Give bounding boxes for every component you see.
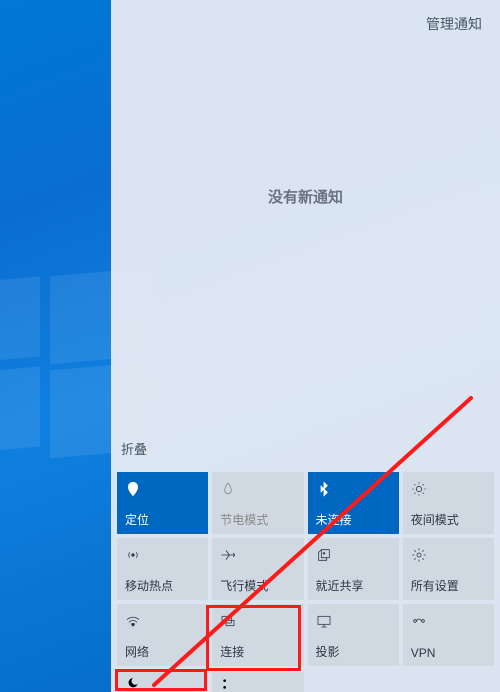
bluetooth-icon: [316, 480, 391, 498]
tile-hotspot[interactable]: 移动热点: [117, 538, 208, 600]
tile-project[interactable]: 投影: [308, 604, 399, 666]
tile-battery-saver[interactable]: 节电模式: [212, 472, 303, 534]
tile-bluetooth[interactable]: 未连接: [308, 472, 399, 534]
tile-network[interactable]: 网络: [117, 604, 208, 666]
tile-label: 就近共享: [316, 577, 391, 594]
nearby-share-icon: [316, 546, 391, 564]
tile-label: 未连接: [316, 511, 391, 528]
tile-connect[interactable]: 连接: [212, 604, 303, 666]
collapse-tiles-link[interactable]: 折叠: [111, 439, 500, 472]
tile-label: 网络: [125, 643, 200, 660]
tile-location[interactable]: 定位: [117, 472, 208, 534]
manage-notifications-link[interactable]: 管理通知: [426, 14, 482, 34]
tile-screen-snip[interactable]: [212, 672, 303, 692]
battery-saver-icon: [220, 480, 295, 498]
notifications-empty-area: 没有新通知: [111, 34, 500, 439]
focus-assist-icon: [125, 679, 141, 692]
tile-label: 飞行模式: [220, 577, 295, 594]
location-icon: [125, 480, 200, 498]
tile-label: VPN: [411, 646, 486, 660]
no-notifications-text: 没有新通知: [268, 186, 343, 207]
tile-all-settings[interactable]: 所有设置: [403, 538, 494, 600]
tile-night-light[interactable]: 夜间模式: [403, 472, 494, 534]
tile-label: 定位: [125, 511, 200, 528]
hotspot-icon: [125, 546, 200, 564]
action-center-panel: 管理通知 没有新通知 折叠 定位 节电模式 未连接 夜间模式移动热点 飞行模式 就近共享 所…: [111, 0, 500, 692]
tile-label: 节电模式: [220, 511, 295, 528]
quick-actions-grid: 定位 节电模式 未连接 夜间模式移动热点 飞行模式 就近共享 所有设置网络 连接 投影 VPN: [111, 472, 500, 672]
action-center-header: 管理通知: [111, 0, 500, 34]
airplane-icon: [220, 546, 295, 564]
tile-nearby-share[interactable]: 就近共享: [308, 538, 399, 600]
tile-label: 投影: [316, 643, 391, 660]
network-icon: [125, 612, 200, 630]
tile-airplane[interactable]: 飞行模式: [212, 538, 303, 600]
tile-label: 所有设置: [411, 577, 486, 594]
project-icon: [316, 612, 391, 630]
tile-label: 连接: [220, 643, 295, 660]
tile-label: 夜间模式: [411, 511, 486, 528]
night-light-icon: [411, 480, 486, 498]
vpn-icon: [411, 612, 486, 630]
tile-focus-assist[interactable]: [117, 672, 208, 692]
tile-vpn[interactable]: VPN: [403, 604, 494, 666]
quick-actions-partial-row: [111, 672, 500, 692]
settings-icon: [411, 546, 486, 564]
tile-label: 移动热点: [125, 577, 200, 594]
connect-icon: [220, 612, 295, 630]
screen-snip-icon: [220, 679, 236, 692]
